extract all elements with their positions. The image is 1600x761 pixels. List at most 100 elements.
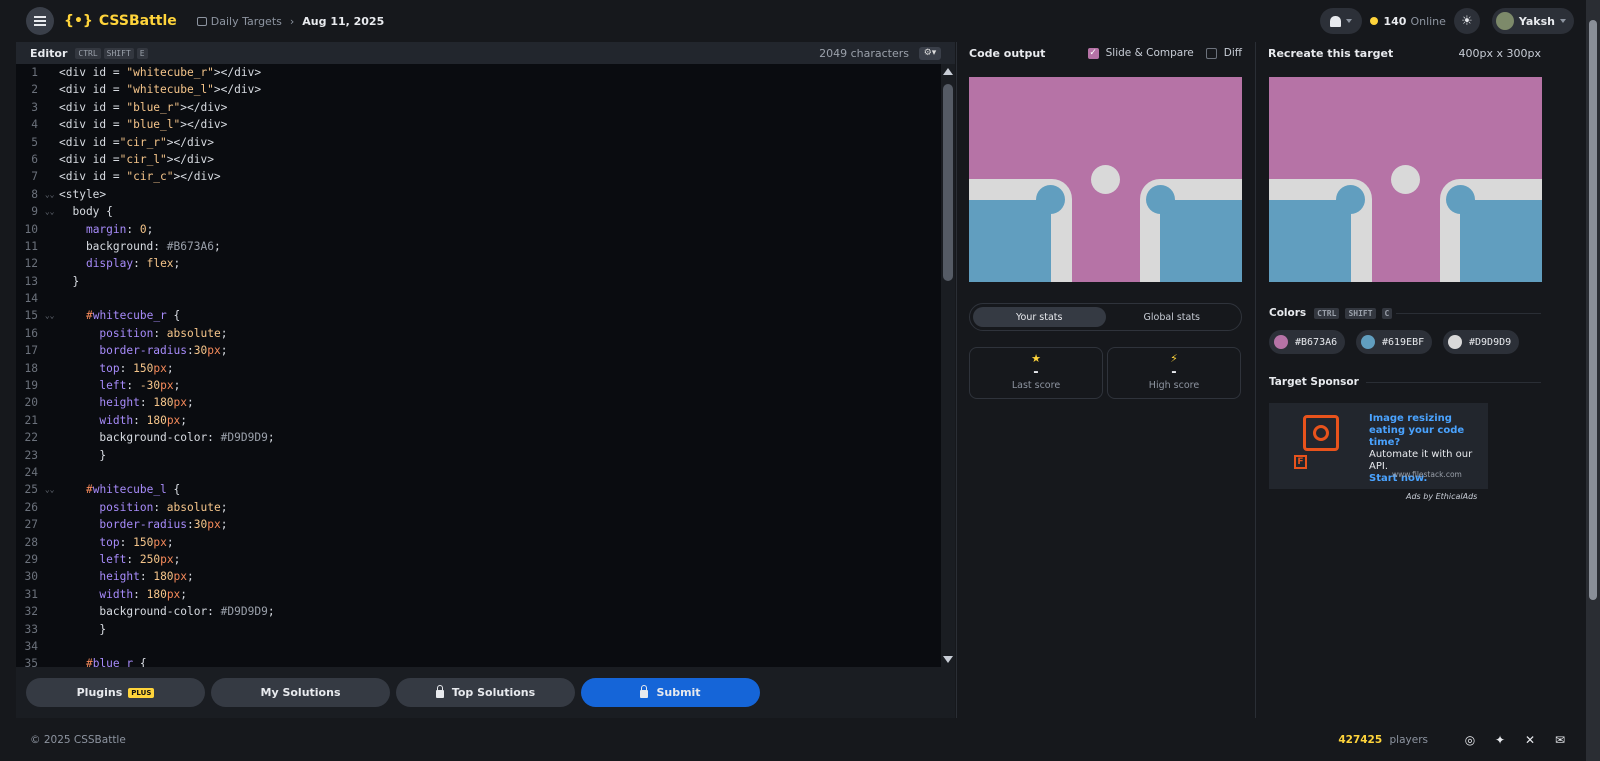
code-line[interactable]: 13 } <box>16 273 940 290</box>
mail-icon[interactable]: ✉ <box>1548 733 1572 747</box>
color-swatch-pink[interactable]: #B673A6 <box>1269 330 1346 354</box>
line-number: 33 <box>24 622 38 636</box>
target-image[interactable] <box>1269 77 1542 282</box>
line-number: 14 <box>24 292 38 306</box>
page-scrollbar[interactable] <box>1586 0 1600 761</box>
sponsor-ad[interactable]: F Image resizing eating your code time? … <box>1269 403 1488 489</box>
divider <box>1396 313 1541 314</box>
code-text: background: #B673A6; <box>59 239 221 253</box>
scroll-thumb[interactable] <box>943 84 953 281</box>
bluesky-icon[interactable]: ✦ <box>1488 733 1512 747</box>
slide-compare-toggle[interactable]: ✓ Slide & Compare <box>1087 47 1194 59</box>
code-line[interactable]: 16 position: absolute; <box>16 325 940 342</box>
fold-chevron-icon[interactable]: ⌄⌄ <box>40 481 59 498</box>
plugins-button[interactable]: Plugins PLUS <box>26 678 205 707</box>
submit-button[interactable]: Submit <box>581 678 760 707</box>
scroll-up-icon[interactable] <box>943 68 953 75</box>
code-line[interactable]: 10 margin: 0; <box>16 221 940 238</box>
code-line[interactable]: 12 display: flex; <box>16 255 940 272</box>
x-icon[interactable]: ✕ <box>1518 733 1542 747</box>
fold-chevron-icon[interactable]: ⌄⌄ <box>40 186 59 203</box>
code-line[interactable]: 18 top: 150px; <box>16 360 940 377</box>
code-line[interactable]: 29 left: 250px; <box>16 551 940 568</box>
target-title: Recreate this target <box>1268 46 1394 60</box>
fold-gutter <box>40 81 59 98</box>
code-line[interactable]: 32 background-color: #D9D9D9; <box>16 603 940 620</box>
diff-toggle[interactable]: Diff <box>1205 47 1242 59</box>
code-editor[interactable]: 1 <div id = "whitecube_r"></div> 2 <div id … <box>16 64 940 667</box>
character-count: 2049 characters <box>819 46 909 60</box>
code-line[interactable]: 31 width: 180px; <box>16 586 940 603</box>
code-text: top: 150px; <box>99 535 174 549</box>
code-output-canvas[interactable] <box>969 77 1242 282</box>
code-line[interactable]: 17 border-radius:30px; <box>16 342 940 359</box>
code-line[interactable]: 4 <div id = "blue_l"></div> <box>16 116 940 133</box>
editor-scrollbar[interactable] <box>941 64 955 667</box>
code-line[interactable]: 25 ⌄⌄ #whitecube_l { <box>16 481 940 498</box>
code-line[interactable]: 14 <box>16 290 940 307</box>
user-menu-button[interactable]: Yaksh <box>1491 8 1574 34</box>
code-line[interactable]: 11 background: #B673A6; <box>16 238 940 255</box>
fold-gutter <box>40 99 59 116</box>
fold-gutter <box>40 499 59 516</box>
plus-badge: PLUS <box>128 687 155 698</box>
code-line[interactable]: 6 <div id ="cir_l"></div> <box>16 151 940 168</box>
gear-icon[interactable]: ⚙▾ <box>919 46 941 60</box>
color-swatch-blue[interactable]: #619EBF <box>1356 330 1433 354</box>
fold-chevron-icon[interactable]: ⌄⌄ <box>40 203 59 220</box>
code-line[interactable]: 28 top: 150px; <box>16 534 940 551</box>
colors-label: Colors CTRL SHIFT C <box>1269 307 1395 319</box>
code-line[interactable]: 33 } <box>16 621 940 638</box>
code-line[interactable]: 26 position: absolute; <box>16 499 940 516</box>
theme-toggle-button[interactable]: ☀ <box>1453 8 1480 34</box>
code-line[interactable]: 3 <div id = "blue_r"></div> <box>16 99 940 116</box>
code-text: } <box>59 274 80 288</box>
fold-gutter <box>40 134 59 151</box>
fold-gutter <box>40 447 59 464</box>
menu-button[interactable] <box>26 7 54 35</box>
line-number: 23 <box>24 448 38 462</box>
code-line[interactable]: 22 background-color: #D9D9D9; <box>16 429 940 446</box>
code-text: <div id ="cir_r"></div> <box>59 135 214 149</box>
code-line[interactable]: 27 border-radius:30px; <box>16 516 940 533</box>
code-line[interactable]: 15 ⌄⌄ #whitecube_r { <box>16 307 940 324</box>
code-line[interactable]: 35 #blue_r { <box>16 655 940 667</box>
star-icon: ★ <box>1031 352 1041 365</box>
line-number: 28 <box>24 535 38 549</box>
line-number: 11 <box>24 239 38 253</box>
notifications-button[interactable] <box>1320 8 1363 34</box>
checkbox-icon <box>1205 47 1217 59</box>
color-swatch-grey[interactable]: #D9D9D9 <box>1443 330 1520 354</box>
code-line[interactable]: 30 height: 180px; <box>16 568 940 585</box>
code-line[interactable]: 9 ⌄⌄ body { <box>16 203 940 220</box>
code-line[interactable]: 34 <box>16 638 940 655</box>
code-line[interactable]: 5 <div id ="cir_r"></div> <box>16 134 940 151</box>
tab-global-stats[interactable]: Global stats <box>1106 307 1239 327</box>
players-number: 427425 <box>1338 733 1383 746</box>
my-solutions-button[interactable]: My Solutions <box>211 678 390 707</box>
code-line[interactable]: 8 ⌄⌄ <style> <box>16 186 940 203</box>
code-line[interactable]: 23 } <box>16 447 940 464</box>
code-line[interactable]: 24 <box>16 464 940 481</box>
breadcrumb-daily-targets[interactable]: Daily Targets <box>211 15 282 28</box>
code-line[interactable]: 1 <div id = "whitecube_r"></div> <box>16 64 940 81</box>
page-scroll-thumb[interactable] <box>1589 20 1597 600</box>
code-line[interactable]: 7 <div id = "cir_c"></div> <box>16 168 940 185</box>
code-text: <div id = "blue_l"></div> <box>59 118 228 132</box>
fold-gutter <box>40 621 59 638</box>
fold-chevron-icon[interactable]: ⌄⌄ <box>40 307 59 324</box>
code-line[interactable]: 2 <div id = "whitecube_l"></div> <box>16 81 940 98</box>
avatar <box>1495 12 1514 30</box>
code-text: } <box>59 622 107 636</box>
top-solutions-button[interactable]: Top Solutions <box>396 678 575 707</box>
code-line[interactable]: 21 width: 180px; <box>16 412 940 429</box>
discord-icon[interactable]: ◎ <box>1458 733 1482 747</box>
high-score-label: High score <box>1148 380 1200 391</box>
tab-your-stats[interactable]: Your stats <box>973 307 1106 327</box>
editor-footer: Plugins PLUS My Solutions Top Solutions … <box>16 667 955 718</box>
ads-by-label[interactable]: Ads by EthicalAds <box>1406 492 1477 501</box>
logo[interactable]: {•} CSSBattle <box>64 13 177 29</box>
code-line[interactable]: 19 left: -30px; <box>16 377 940 394</box>
scroll-down-icon[interactable] <box>943 656 953 663</box>
code-line[interactable]: 20 height: 180px; <box>16 394 940 411</box>
